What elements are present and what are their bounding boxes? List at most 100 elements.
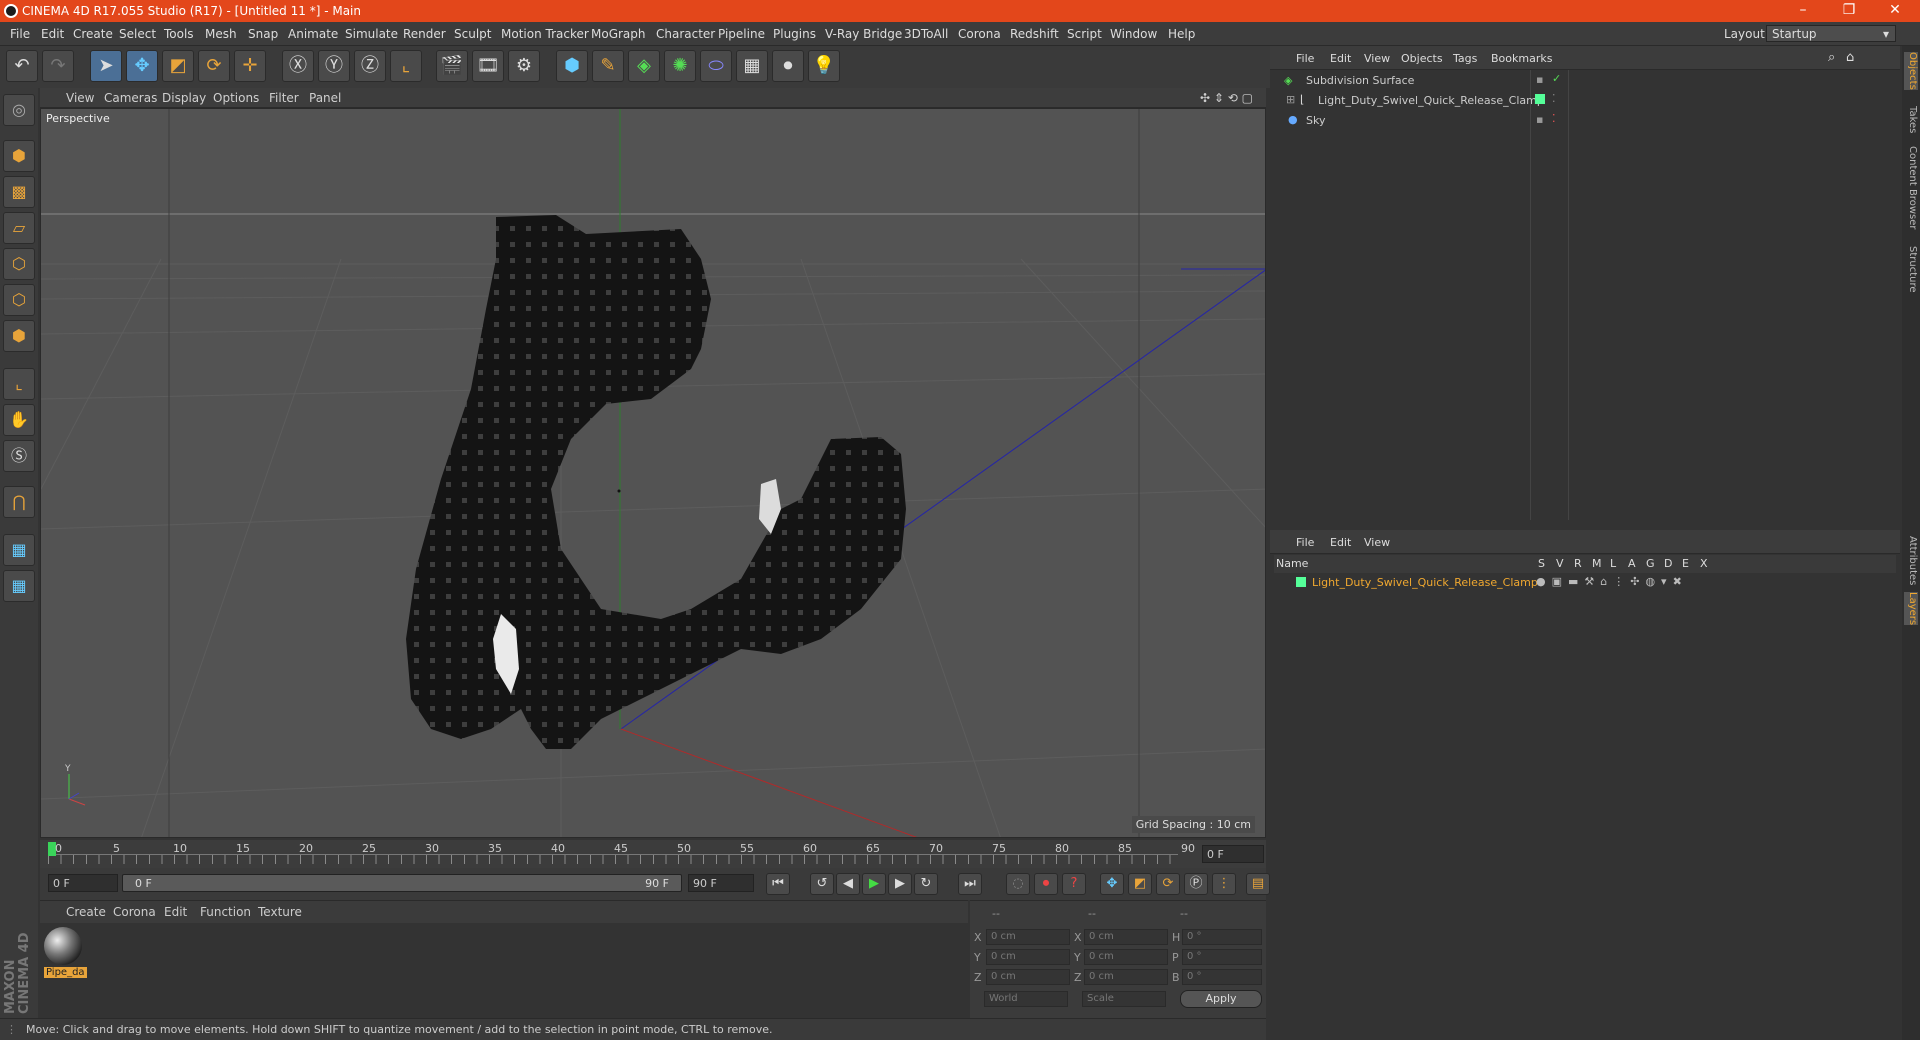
scale-dropdown[interactable]: Scale [1082, 991, 1166, 1007]
menu-motion-tracker[interactable]: Motion Tracker [501, 27, 589, 41]
search-icon[interactable]: ⌕ [1828, 50, 1835, 65]
size-z-field[interactable]: 0 cm [1084, 969, 1168, 985]
snap-magnet-icon[interactable]: ⋂ [3, 486, 35, 518]
auto-key-icon[interactable]: ? [1062, 873, 1086, 895]
expand-icon[interactable]: ⊞ [1286, 93, 1295, 106]
coordinate-system-icon[interactable]: ⌞ [390, 50, 422, 82]
objects-menu-edit[interactable]: Edit [1330, 52, 1351, 65]
object-row[interactable]: ⊞ ⌊ Light_Duty_Swivel_Quick_Release_Clam… [1270, 90, 1900, 110]
menu-script[interactable]: Script [1067, 27, 1102, 41]
solo-icon[interactable]: Ⓢ [3, 440, 35, 472]
material-menu-edit[interactable]: Edit [164, 905, 187, 919]
menu-redshift[interactable]: Redshift [1010, 27, 1059, 41]
world-dropdown[interactable]: World [984, 991, 1068, 1007]
size-x-field[interactable]: 0 cm [1084, 929, 1168, 945]
scale-tool-icon[interactable]: ◩ [162, 50, 194, 82]
menu-sculpt[interactable]: Sculpt [454, 27, 491, 41]
rotation-b-field[interactable]: 0 ° [1182, 969, 1262, 985]
make-editable-icon[interactable]: ◎ [3, 94, 35, 126]
live-selection-icon[interactable]: ✛ [234, 50, 266, 82]
menu-help[interactable]: Help [1168, 27, 1195, 41]
layer-row[interactable]: Light_Duty_Swivel_Quick_Release_Clamp ●▣… [1270, 573, 1900, 593]
rotation-h-field[interactable]: 0 ° [1182, 929, 1262, 945]
object-row[interactable]: ◈ Subdivision Surface ▪ ✓ [1270, 70, 1900, 90]
workplane-icon[interactable]: ▱ [3, 212, 35, 244]
objects-menu-objects[interactable]: Objects [1401, 52, 1443, 65]
menu-mograph[interactable]: MoGraph [591, 27, 646, 41]
layer-flags-icon[interactable]: ●▣▬⚒⌂⋮✣◍▾✖ [1536, 575, 1688, 588]
light-icon[interactable]: 💡 [808, 50, 840, 82]
texture-mode-icon[interactable]: ▩ [3, 176, 35, 208]
viewport-menu-options[interactable]: Options [213, 91, 259, 105]
menu-window[interactable]: Window [1110, 27, 1157, 41]
current-frame-field[interactable]: 0 F [1202, 845, 1264, 863]
y-axis-icon[interactable]: Ⓨ [318, 50, 350, 82]
apply-button[interactable]: Apply [1180, 990, 1262, 1008]
menu-3dtoall[interactable]: 3DToAll [904, 27, 948, 41]
object-row[interactable]: ● Sky ▪ ⁚ [1270, 110, 1900, 130]
objects-menu-file[interactable]: File [1296, 52, 1314, 65]
points-mode-icon[interactable]: ⬡ [3, 248, 35, 280]
key-pla-icon[interactable]: ⋮ [1212, 873, 1236, 895]
material-menu-corona[interactable]: Corona [113, 905, 156, 919]
close-icon[interactable]: ✕ [1872, 2, 1918, 18]
perspective-viewport[interactable]: Y Perspective Grid Spacing : 10 cm [40, 108, 1266, 838]
tweak-mode-icon[interactable]: ✋ [3, 404, 35, 436]
menu-select[interactable]: Select [119, 27, 156, 41]
rotation-p-field[interactable]: 0 ° [1182, 949, 1262, 965]
x-axis-icon[interactable]: Ⓧ [282, 50, 314, 82]
go-to-start-icon[interactable]: ⏮ [766, 873, 790, 895]
material-swatch[interactable]: Pipe_da [44, 927, 87, 981]
menu-create[interactable]: Create [73, 27, 113, 41]
rotate-tool-icon[interactable]: ⟳ [198, 50, 230, 82]
visibility-toggle-icon[interactable]: ▪ [1536, 73, 1543, 86]
visibility-toggle-icon[interactable]: ▪ [1536, 113, 1543, 126]
redo-icon[interactable]: ↷ [42, 50, 74, 82]
menu-animate[interactable]: Animate [288, 27, 338, 41]
play-icon[interactable]: ▶ [862, 873, 886, 895]
timeline-ruler[interactable]: 0 5 10 15 20 25 30 35 40 45 50 55 60 65 … [40, 840, 1266, 868]
render-settings-icon[interactable]: ⚙ [508, 50, 540, 82]
menu-vray-bridge[interactable]: V-Ray Bridge [825, 27, 902, 41]
viewport-nav-icon[interactable]: ✣ ⇕ ⟲ ▢ [1200, 91, 1253, 105]
camera-icon[interactable]: ⏺ [772, 50, 804, 82]
viewport-menu-display[interactable]: Display [162, 91, 206, 105]
polygons-mode-icon[interactable]: ⬢ [3, 320, 35, 352]
previous-key-icon[interactable]: ↺ [810, 873, 834, 895]
render-view-icon[interactable]: 🎬 [436, 50, 468, 82]
side-tab-layers[interactable]: Layers [1904, 592, 1918, 626]
menu-file[interactable]: File [10, 27, 30, 41]
record-icon[interactable]: ⏺ [1034, 873, 1058, 895]
model-mode-icon[interactable]: ⬢ [3, 140, 35, 172]
menu-mesh[interactable]: Mesh [205, 27, 237, 41]
objects-menu-bookmarks[interactable]: Bookmarks [1491, 52, 1552, 65]
end-frame-field[interactable]: 90 F [688, 874, 754, 892]
floor-icon[interactable]: ▦ [736, 50, 768, 82]
side-tab-attributes[interactable]: Attributes [1904, 536, 1918, 585]
move-tool-icon[interactable]: ✥ [126, 50, 158, 82]
planar-workplane-icon[interactable]: ▦ [3, 570, 35, 602]
side-tab-structure[interactable]: Structure [1904, 246, 1918, 293]
frame-range-slider[interactable]: 0 F 90 F [122, 874, 682, 892]
start-frame-field[interactable]: 0 F [48, 874, 118, 892]
timeline-window-icon[interactable]: ▤ [1246, 873, 1270, 895]
go-to-end-icon[interactable]: ⏭ [958, 873, 982, 895]
layout-select[interactable]: Startup ▾ [1766, 25, 1896, 42]
menu-pipeline[interactable]: Pipeline [718, 27, 765, 41]
next-frame-icon[interactable]: ▶ [888, 873, 912, 895]
visibility-dots-icon[interactable]: ⁚ [1552, 92, 1556, 105]
layers-menu-file[interactable]: File [1296, 536, 1314, 549]
previous-frame-icon[interactable]: ◀ [836, 873, 860, 895]
menu-snap[interactable]: Snap [248, 27, 278, 41]
side-tab-objects[interactable]: Objects [1904, 52, 1918, 90]
material-menu-function[interactable]: Function [200, 905, 251, 919]
next-key-icon[interactable]: ↻ [914, 873, 938, 895]
menu-render[interactable]: Render [403, 27, 446, 41]
viewport-menu-panel[interactable]: Panel [309, 91, 341, 105]
key-rotation-icon[interactable]: ⟳ [1156, 873, 1180, 895]
home-icon[interactable]: ⌂ [1846, 50, 1854, 65]
size-y-field[interactable]: 0 cm [1084, 949, 1168, 965]
material-menu-texture[interactable]: Texture [258, 905, 302, 919]
position-y-field[interactable]: 0 cm [986, 949, 1070, 965]
menu-character[interactable]: Character [656, 27, 715, 41]
